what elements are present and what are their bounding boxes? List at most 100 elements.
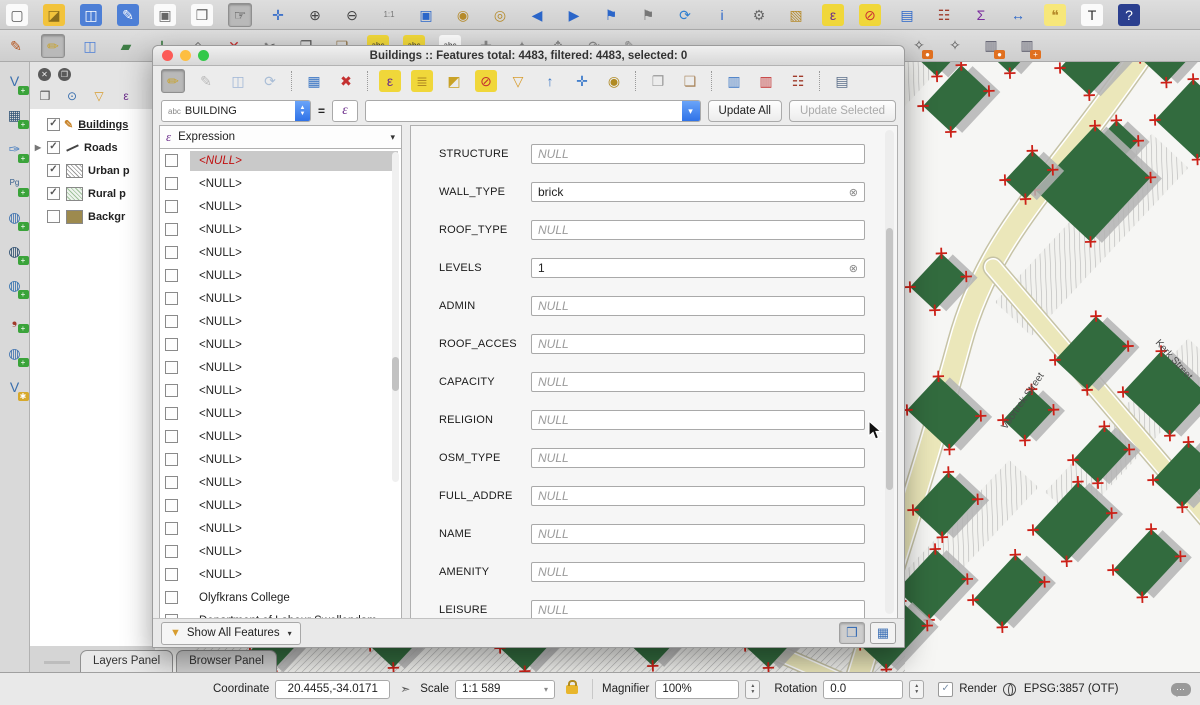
select-features-icon[interactable]: ▧ (785, 4, 807, 26)
style-wand-icon[interactable]: ✧ (944, 34, 966, 56)
layer-checkbox[interactable]: ✓ (47, 118, 60, 131)
add-wms-layer-icon[interactable]: ◍+ (4, 274, 26, 296)
magnifier-spinner[interactable]: ▲▼ (745, 680, 760, 699)
zoom-native-icon[interactable]: 1:1 (378, 4, 400, 26)
feature-row[interactable]: <NULL> (160, 379, 401, 402)
save-edits-icon[interactable]: ◫ (227, 70, 249, 92)
refresh-icon[interactable]: ⟳ (674, 4, 696, 26)
feature-checkbox[interactable] (165, 453, 178, 466)
feature-checkbox[interactable] (165, 177, 178, 190)
show-all-features-button[interactable]: ▼ Show All Features ▾ (161, 622, 301, 645)
style-wand-fill-icon[interactable]: ✧● (908, 34, 930, 56)
field-input-leisure[interactable]: NULL (531, 600, 865, 619)
save-project-icon[interactable]: ◫ (80, 4, 102, 26)
feature-checkbox[interactable] (165, 200, 178, 213)
layer-checkbox[interactable]: ✓ (47, 187, 60, 200)
paste-features-icon[interactable]: ❏ (679, 70, 701, 92)
manage-visibility-icon[interactable]: ⊙ (63, 87, 81, 105)
expander-icon[interactable]: ▶ (32, 143, 44, 152)
scale-lock-icon[interactable] (566, 685, 578, 694)
deselect-all-icon[interactable]: ⊘ (475, 70, 497, 92)
multiedit-icon[interactable]: ✎ (195, 70, 217, 92)
zoom-button[interactable] (198, 50, 209, 61)
feature-checkbox[interactable] (165, 568, 178, 581)
feature-row[interactable]: <NULL> (160, 310, 401, 333)
expression-filter-icon[interactable]: ε (117, 87, 135, 105)
select-all-icon[interactable]: ≣ (411, 70, 433, 92)
field-input-amenity[interactable]: NULL (531, 562, 865, 582)
field-input-admin[interactable]: NULL (531, 296, 865, 316)
feature-checkbox[interactable] (165, 292, 178, 305)
add-mssql-layer-icon[interactable]: ◍+ (4, 240, 26, 262)
feature-row[interactable]: <NULL> (160, 494, 401, 517)
field-input-capacity[interactable]: NULL (531, 372, 865, 392)
add-wcs-layer-icon[interactable]: ◍+ (4, 342, 26, 364)
dialog-titlebar[interactable]: Buildings :: Features total: 4483, filte… (153, 46, 904, 66)
layout-manager-icon[interactable]: ❒ (191, 4, 213, 26)
expression-builder-button[interactable]: ε (332, 100, 358, 122)
measure-icon[interactable]: ↔ (1007, 4, 1029, 26)
feature-checkbox[interactable] (165, 476, 178, 489)
feature-checkbox[interactable] (165, 522, 178, 535)
field-input-osm_type[interactable]: NULL (531, 448, 865, 468)
feature-checkbox[interactable] (165, 591, 178, 604)
layer-checkbox[interactable]: ✓ (47, 164, 60, 177)
value-dropdown-icon[interactable]: ▾ (682, 101, 700, 121)
feature-checkbox[interactable] (165, 154, 178, 167)
layer-checkbox[interactable]: ✓ (47, 141, 60, 154)
pane-splitter[interactable] (402, 125, 410, 619)
run-feature-action-icon[interactable]: ⚙ (748, 4, 770, 26)
field-input-full_addre[interactable]: NULL (531, 486, 865, 506)
feature-checkbox[interactable] (165, 384, 178, 397)
feature-checkbox[interactable] (165, 407, 178, 420)
text-annotation-icon[interactable]: T (1081, 4, 1103, 26)
clear-icon[interactable]: ⊗ (849, 262, 858, 275)
layer-item-rural-p[interactable]: ✓Rural p (30, 182, 154, 205)
coordinate-input[interactable]: 20.4455,-34.0171 (275, 680, 390, 699)
feature-row[interactable]: <NULL> (160, 540, 401, 563)
add-feature-icon[interactable]: ▦ (303, 70, 325, 92)
minimize-button[interactable] (180, 50, 191, 61)
field-value-input[interactable]: ▾ (365, 100, 701, 122)
layer-style-book-icon[interactable]: ▥● (980, 34, 1002, 56)
render-checkbox[interactable]: ✓ (938, 682, 953, 697)
feature-checkbox[interactable] (165, 246, 178, 259)
scale-combo[interactable]: 1:1 589▾ (455, 680, 555, 699)
form-scrollbar[interactable] (885, 130, 894, 614)
pan-to-selection-icon[interactable]: ✛ (571, 70, 593, 92)
map-tips-icon[interactable]: ❝ (1044, 4, 1066, 26)
feature-row[interactable]: <NULL> (160, 402, 401, 425)
field-input-structure[interactable]: NULL (531, 144, 865, 164)
save-project-as-icon[interactable]: ✎ (117, 4, 139, 26)
zoom-last-icon[interactable]: ◀ (526, 4, 548, 26)
feature-checkbox[interactable] (165, 361, 178, 374)
table-view-button[interactable]: ▦ (870, 622, 896, 644)
conditional-formatting-icon[interactable]: ▤ (831, 70, 853, 92)
save-layer-edits-icon[interactable]: ◫ (79, 35, 101, 57)
field-input-religion[interactable]: NULL (531, 410, 865, 430)
add-postgis-layer-icon[interactable]: Pg+ (4, 172, 26, 194)
layer-style-add-icon[interactable]: ▥+ (1016, 34, 1038, 56)
layer-item-buildings[interactable]: ✓✎Buildings (30, 113, 154, 136)
add-raster-layer-icon[interactable]: ▦+ (4, 104, 26, 126)
feature-row[interactable]: <NULL> (160, 149, 401, 172)
combo-spinner-icon[interactable]: ▲▼ (295, 101, 310, 121)
magnifier-input[interactable]: 100% (655, 680, 739, 699)
statistics-icon[interactable]: Σ (970, 4, 992, 26)
feature-row[interactable]: <NULL> (160, 563, 401, 586)
new-field-icon[interactable]: ▥ (723, 70, 745, 92)
layer-checkbox[interactable] (47, 210, 60, 223)
feature-row[interactable]: <NULL> (160, 333, 401, 356)
open-layer-styling-icon[interactable]: ❒ (36, 87, 54, 105)
identify-features-icon[interactable]: i (711, 4, 733, 26)
list-scrollbar[interactable] (392, 152, 399, 482)
messages-icon[interactable]: ⋯ (1171, 683, 1191, 696)
crs-status[interactable]: EPSG:3857 (OTF) (1024, 683, 1119, 695)
select-by-expression-icon[interactable]: ε (379, 70, 401, 92)
layer-item-urban-p[interactable]: ✓Urban p (30, 159, 154, 182)
feature-row[interactable]: <NULL> (160, 287, 401, 310)
add-feature-icon[interactable]: ▰ (115, 35, 137, 57)
panel-close-icon[interactable]: ✕ (38, 68, 51, 81)
tab-layers-panel[interactable]: Layers Panel (80, 650, 173, 672)
feature-row[interactable]: <NULL> (160, 425, 401, 448)
